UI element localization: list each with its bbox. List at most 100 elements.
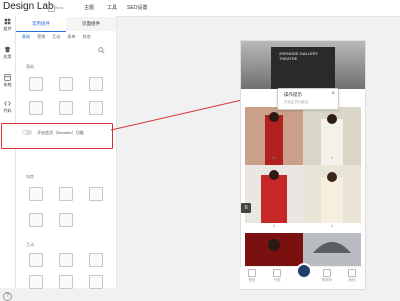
image-icon bbox=[29, 77, 43, 91]
menu-theme[interactable]: 主题 bbox=[84, 4, 94, 11]
grid-icon bbox=[29, 101, 43, 115]
tab-label: 首页 bbox=[248, 278, 256, 282]
component-product[interactable] bbox=[24, 186, 48, 208]
component-misc-2[interactable] bbox=[54, 274, 78, 296]
component-gallery[interactable] bbox=[54, 76, 78, 98]
component-image[interactable] bbox=[24, 76, 48, 98]
search-icon[interactable] bbox=[98, 47, 105, 54]
nav-label: 代码 bbox=[3, 108, 12, 113]
product-card[interactable] bbox=[245, 233, 303, 267]
banner-sign: ZHENGDE GALLERY THEATRE bbox=[279, 51, 319, 61]
misc-icon bbox=[59, 275, 73, 289]
help-icon[interactable]: ? bbox=[3, 292, 12, 301]
close-icon[interactable]: × bbox=[331, 91, 335, 97]
nav-components[interactable]: 组件 bbox=[0, 18, 15, 32]
component-grid[interactable] bbox=[24, 100, 48, 122]
doc-icon bbox=[59, 101, 73, 115]
beta-checkbox[interactable] bbox=[48, 5, 55, 12]
component-misc[interactable] bbox=[24, 274, 48, 296]
component-category[interactable] bbox=[54, 212, 78, 234]
nav-apps[interactable]: 应用 bbox=[0, 46, 15, 60]
category-icon bbox=[273, 269, 281, 277]
product-image bbox=[245, 165, 303, 223]
member-toggle-row: 开启会员（Member）功能 bbox=[22, 130, 84, 136]
component-vote[interactable] bbox=[54, 252, 78, 274]
tab-label: 分类 bbox=[273, 278, 281, 282]
subtab-bar: 基础 营销 互动 表单 其他 bbox=[22, 34, 97, 40]
product-card[interactable] bbox=[303, 233, 361, 267]
menu-tools[interactable]: 工具 bbox=[107, 4, 117, 11]
nav-label: 系统 bbox=[3, 82, 12, 87]
code-icon bbox=[4, 101, 11, 106]
nav-label: 应用 bbox=[3, 54, 12, 59]
tooltip-popup: 操作提示 开启会员功能后 × bbox=[277, 88, 339, 110]
component-misc-3[interactable] bbox=[84, 274, 108, 296]
vote-icon bbox=[59, 253, 73, 267]
member-toggle-highlight: 开启会员（Member）功能 bbox=[1, 123, 113, 149]
text-icon bbox=[89, 77, 103, 91]
menu-icon[interactable]: ≡ bbox=[241, 203, 251, 213]
home-icon bbox=[248, 269, 256, 277]
category-icon bbox=[59, 213, 73, 227]
member-toggle[interactable] bbox=[22, 130, 32, 136]
tab-common[interactable]: 常用组件 bbox=[16, 17, 66, 32]
component-cart[interactable] bbox=[84, 186, 108, 208]
tab-category[interactable]: 分类 bbox=[265, 269, 289, 283]
section-basic: 基础 bbox=[26, 64, 34, 69]
subtab-other[interactable]: 其他 bbox=[83, 34, 91, 40]
tab-cart[interactable]: 购物车 bbox=[315, 269, 339, 283]
product-count: 1 bbox=[272, 223, 276, 228]
misc-icon bbox=[89, 275, 103, 289]
menu-seo[interactable]: SEO设置 bbox=[127, 4, 148, 11]
system-icon bbox=[4, 74, 11, 81]
app-logo: Design Lab bbox=[3, 1, 54, 12]
product-count: 1 bbox=[330, 155, 334, 160]
tab-label: 我的 bbox=[348, 278, 356, 282]
center-action-button[interactable] bbox=[296, 263, 312, 279]
product-image bbox=[303, 233, 361, 267]
tab-label: 购物车 bbox=[321, 278, 333, 282]
bottom-tab-bar: 首页 分类 购物车 我的 bbox=[240, 263, 364, 289]
nav-code[interactable]: 代码 bbox=[0, 100, 15, 114]
product-count: 12 bbox=[271, 155, 277, 160]
component-doc[interactable] bbox=[54, 100, 78, 122]
components-icon bbox=[4, 18, 11, 25]
check-icon bbox=[89, 253, 103, 267]
product-image bbox=[245, 233, 303, 267]
tab-page[interactable]: 页面组件 bbox=[66, 17, 116, 31]
shirt-icon bbox=[4, 46, 11, 53]
beta-label: Beta bbox=[55, 5, 64, 10]
list-icon bbox=[59, 187, 73, 201]
subtab-interaction[interactable]: 互动 bbox=[52, 34, 60, 40]
component-form[interactable] bbox=[24, 252, 48, 274]
user-icon bbox=[348, 269, 356, 277]
banner-image[interactable]: ZHENGDE GALLERY THEATRE bbox=[241, 41, 365, 89]
top-bar: Design Lab Beta 主题 工具 SEO设置 bbox=[0, 0, 400, 17]
section-ecommerce: 电商 bbox=[26, 174, 34, 179]
tab-profile[interactable]: 我的 bbox=[340, 269, 364, 283]
component-coupon[interactable] bbox=[24, 212, 48, 234]
product-card[interactable] bbox=[303, 165, 361, 223]
cart-icon bbox=[89, 187, 103, 201]
nav-system[interactable]: 系统 bbox=[0, 74, 15, 88]
component-home[interactable] bbox=[84, 100, 108, 122]
component-check[interactable] bbox=[84, 252, 108, 274]
gallery-icon bbox=[59, 77, 73, 91]
cart-icon bbox=[323, 269, 331, 277]
misc-icon bbox=[29, 275, 43, 289]
coupon-icon bbox=[29, 213, 43, 227]
product-image bbox=[303, 165, 361, 223]
subtab-marketing[interactable]: 营销 bbox=[37, 34, 45, 40]
nav-label: 组件 bbox=[3, 26, 12, 31]
tooltip-title: 操作提示 bbox=[284, 92, 302, 97]
product-card[interactable] bbox=[245, 165, 303, 223]
section-other: 互动 bbox=[26, 242, 34, 247]
home-icon bbox=[89, 101, 103, 115]
component-list[interactable] bbox=[54, 186, 78, 208]
subtab-basic[interactable]: 基础 bbox=[22, 34, 30, 40]
tab-home[interactable]: 首页 bbox=[240, 269, 264, 283]
subtab-form[interactable]: 表单 bbox=[67, 34, 75, 40]
left-nav: 组件 应用 系统 代码 会员 ? bbox=[0, 16, 16, 301]
component-text[interactable] bbox=[84, 76, 108, 98]
phone-preview: ZHENGDE GALLERY THEATRE 12 1 1 1 bbox=[240, 40, 366, 290]
